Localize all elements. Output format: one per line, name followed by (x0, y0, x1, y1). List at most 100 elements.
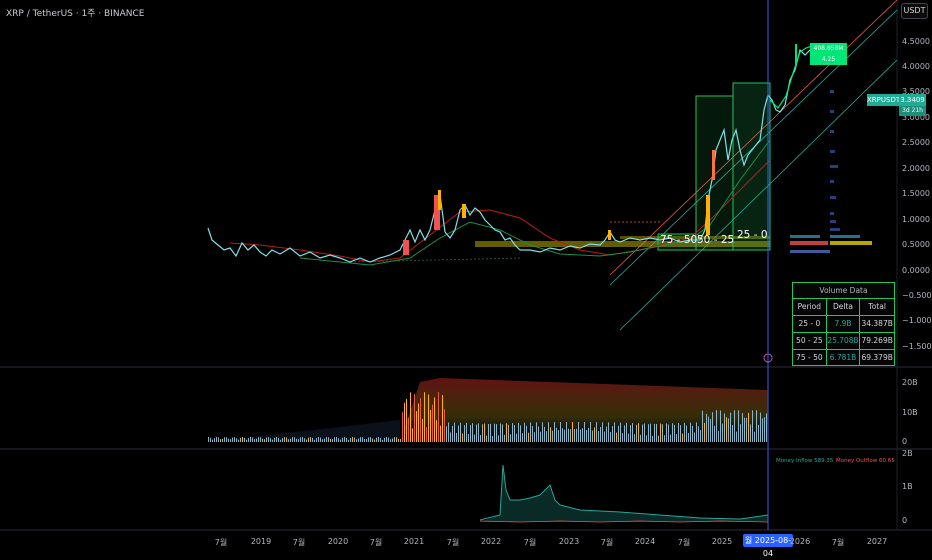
volume-bar (756, 410, 757, 442)
volume-bar (234, 437, 235, 442)
time-tick: 7월 (369, 538, 383, 547)
volume-bar (440, 425, 441, 442)
volume-bar (340, 439, 341, 442)
candle-countdown: 3d 21h (899, 106, 926, 116)
volume-bar (562, 428, 563, 442)
volume-bar (536, 422, 537, 442)
volume-bar (416, 411, 417, 442)
volume-bar (402, 412, 403, 442)
volume-tick: 10B (902, 408, 918, 417)
volume-bar (722, 423, 723, 442)
volume-bar (276, 437, 277, 442)
time-tick: 7월 (523, 538, 537, 547)
volume-bar (354, 437, 355, 442)
volume-bar (282, 438, 283, 442)
volume-bar (526, 425, 527, 442)
volume-bar (714, 425, 715, 442)
volume-bar (284, 437, 285, 442)
volume-bar (668, 424, 669, 442)
volume-bar (448, 422, 449, 442)
volume-bar (766, 413, 767, 442)
volume-bar (238, 439, 239, 442)
chart-canvas[interactable] (0, 0, 932, 550)
volume-bar (408, 417, 409, 442)
volume-data-table: Volume Data Period Delta Total 25 - 0 7.… (792, 282, 895, 366)
volume-bar (634, 434, 635, 442)
volume-bar (486, 435, 487, 442)
volume-bar (312, 437, 313, 442)
volume-tick: 0 (902, 437, 908, 446)
volume-bar (434, 397, 435, 442)
volume-bar (306, 439, 307, 442)
time-tick: 2025 (711, 537, 733, 546)
volume-bar (378, 437, 379, 442)
volume-bar (546, 431, 547, 442)
volume-bar (406, 398, 407, 442)
volume-bar (508, 424, 509, 442)
volume-bar (410, 392, 411, 442)
volume-bar (366, 439, 367, 442)
time-tick: 7월 (677, 538, 691, 547)
volume-bar (644, 423, 645, 442)
volume-bar (676, 434, 677, 442)
volume-bar (430, 409, 431, 442)
volume-bar (458, 425, 459, 442)
volume-bar (510, 434, 511, 442)
volume-bar (230, 439, 231, 442)
volume-bar (228, 438, 229, 442)
volume-bar (524, 422, 525, 442)
flow-tick: 0 (902, 516, 908, 525)
volume-bar (274, 437, 275, 442)
volume-bar (220, 439, 221, 442)
box-label-75-50: 75 - 50 (660, 234, 698, 246)
volume-bar (708, 416, 709, 442)
volume-bar (666, 423, 667, 442)
time-tick: 2024 (634, 537, 656, 546)
chart-title: XRP / TetherUS · 1주 · BINANCE (6, 9, 145, 19)
volume-bar (288, 439, 289, 442)
volume-bar (602, 422, 603, 442)
volume-bar (270, 438, 271, 442)
cell-total: 69.379B (861, 353, 893, 362)
currency-button[interactable]: USDT (901, 3, 928, 19)
volume-bar (334, 437, 335, 442)
volume-bar (518, 422, 519, 442)
volume-bar (392, 438, 393, 442)
volume-bar (260, 437, 261, 442)
volume-bar (476, 424, 477, 442)
volume-bar (624, 425, 625, 442)
annotation-volume: 408.858M (813, 45, 844, 52)
volume-bar (442, 394, 443, 442)
volume-bar (290, 438, 291, 442)
volume-bar (460, 422, 461, 442)
price-tick: 0.0000 (902, 266, 930, 275)
symbol-price-tag: XRPUSDT (867, 94, 901, 106)
volume-bar (662, 424, 663, 442)
volume-bar (394, 437, 395, 442)
volume-bar (566, 422, 567, 442)
price-tick: 1.5000 (902, 189, 930, 198)
volume-bar (544, 426, 545, 442)
volume-bar (540, 431, 541, 442)
volume-bar (362, 437, 363, 442)
volume-bar (500, 423, 501, 442)
volume-bar (758, 424, 759, 442)
volume-bar (382, 439, 383, 442)
cell-period: 50 - 25 (793, 333, 827, 349)
volume-bar (218, 437, 219, 442)
volume-bar (236, 438, 237, 442)
volume-bar (310, 437, 311, 442)
volume-bar (622, 433, 623, 442)
volume-bar (452, 425, 453, 442)
volume-bar (330, 438, 331, 442)
volume-bar (484, 423, 485, 442)
volume-bar (702, 410, 703, 442)
volume-bar (570, 429, 571, 442)
volume-bar (608, 422, 609, 442)
volume-bar (730, 412, 731, 442)
volume-bar (272, 439, 273, 442)
time-tick: 7월 (214, 538, 228, 547)
volume-bar (592, 430, 593, 442)
volume-bar (582, 428, 583, 442)
volume-bar (256, 438, 257, 442)
